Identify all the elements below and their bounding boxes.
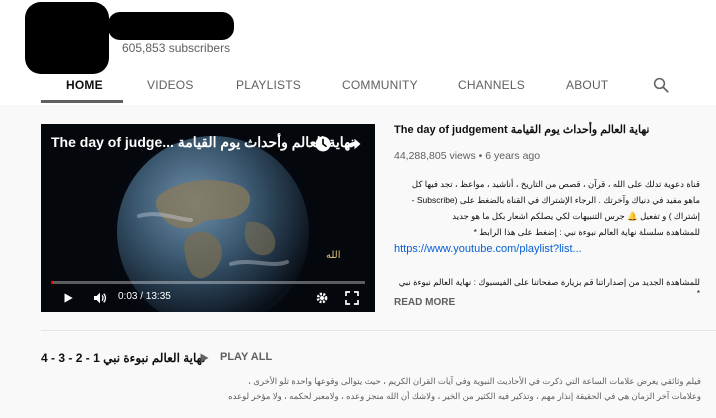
- channel-avatar[interactable]: [25, 2, 109, 74]
- tab-community[interactable]: COMMUNITY: [342, 78, 418, 92]
- active-tab-indicator: [41, 100, 123, 103]
- share-icon[interactable]: [343, 135, 363, 153]
- tab-playlists[interactable]: PLAYLISTS: [236, 78, 301, 92]
- subscriber-count: 605,853 subscribers: [122, 41, 231, 55]
- progress-bar[interactable]: [51, 281, 365, 284]
- video-time: 0:03 / 13:35: [118, 291, 171, 302]
- description-link[interactable]: https://www.youtube.com/playlist?list...: [394, 243, 582, 255]
- tab-about[interactable]: ABOUT: [566, 78, 608, 92]
- tab-home[interactable]: HOME: [66, 78, 103, 92]
- play-all-label: PLAY ALL: [220, 351, 273, 363]
- play-icon[interactable]: [61, 290, 75, 306]
- tab-channels[interactable]: CHANNELS: [458, 78, 525, 92]
- playlist-description-line: فيلم وثائقي يعرض علامات الساعة التي ذكرت…: [248, 376, 701, 386]
- playlist-description-line: وعلامات آخر الزمان هي في الحقيقة إنذار م…: [228, 391, 701, 401]
- read-more-button[interactable]: READ MORE: [394, 297, 455, 308]
- volume-icon[interactable]: [91, 290, 109, 306]
- featured-video-title[interactable]: The day of judgement نهاية العالم وأحداث…: [394, 123, 694, 136]
- fullscreen-icon[interactable]: [344, 290, 360, 306]
- settings-gear-icon[interactable]: [314, 290, 330, 306]
- video-player[interactable]: The day of judge... نهاية العالم وأحداث …: [41, 124, 375, 312]
- watch-later-icon[interactable]: [314, 135, 332, 153]
- description-line: قناة دعوية تدلك على الله ، قرآن ، قصص من…: [411, 179, 700, 189]
- playlist-title[interactable]: نهاية العالم نبوءة نبي 1 - 2 - 3 - 4: [41, 351, 206, 365]
- description-line: للمشاهدة الجديد من إصداراتنا قم بزيارة ص…: [398, 277, 700, 298]
- featured-video-meta: 44,288,805 views • 6 years ago: [394, 150, 541, 162]
- watermark-logo: الله: [326, 250, 341, 261]
- channel-name-redacted: [108, 12, 234, 40]
- description-line: للمشاهدة سلسلة نهاية العالم نبوءة نبي : …: [473, 227, 700, 237]
- search-icon[interactable]: [652, 76, 670, 94]
- tab-videos[interactable]: VIDEOS: [147, 78, 194, 92]
- section-divider: [41, 330, 716, 331]
- play-icon: [200, 353, 209, 363]
- player-overlay-title: The day of judge... نهاية العالم وأحداث …: [51, 134, 355, 150]
- progress-fill: [51, 281, 53, 284]
- channel-header: 605,853 subscribers HOME VIDEOS PLAYLIST…: [0, 0, 716, 105]
- description-line: ماهو مفيد في دنياك وآخرتك . الرجاء الإشت…: [411, 195, 700, 205]
- channel-tabs: HOME VIDEOS PLAYLISTS COMMUNITY CHANNELS…: [40, 68, 690, 104]
- description-line: إشتراك ) و تفعيل 🔔 جرس التنبيهات لكي يصل…: [452, 211, 700, 221]
